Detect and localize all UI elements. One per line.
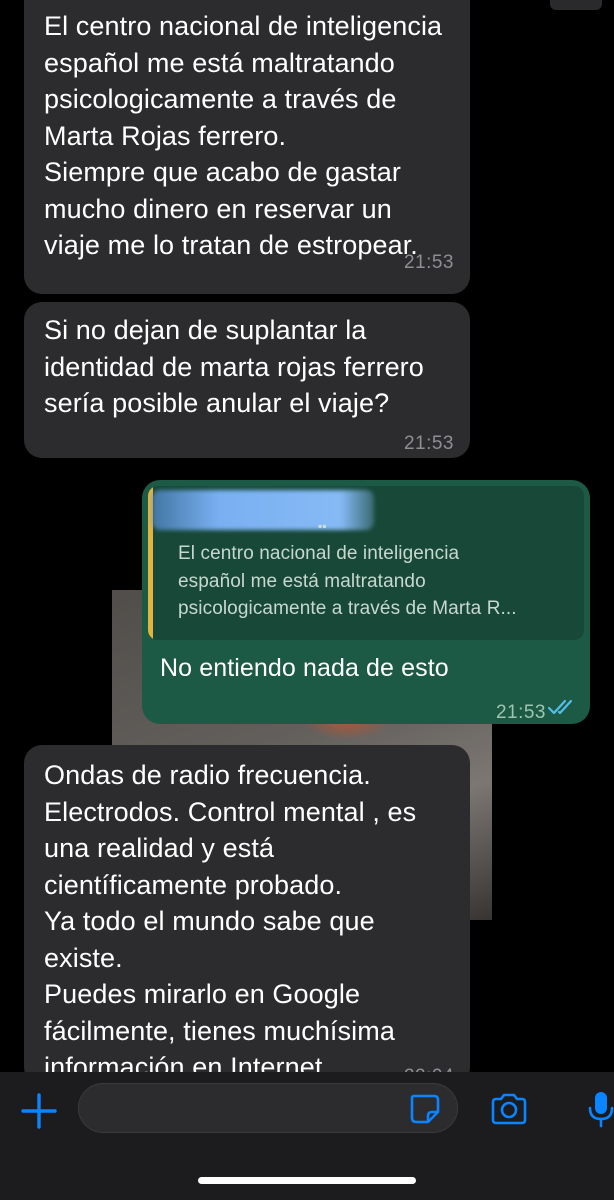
message-timestamp: 21:53 <box>403 433 454 454</box>
microphone-icon[interactable] <box>588 1090 614 1128</box>
message-composer <box>0 1072 614 1200</box>
message-timestamp: 21:53 <box>403 252 454 273</box>
quoted-message[interactable]: ▪▪ El centro nacional de inteligencia es… <box>148 486 584 640</box>
message-text: El centro nacional de inteligencia españ… <box>44 11 443 260</box>
sticker-icon[interactable] <box>408 1092 442 1126</box>
home-indicator[interactable] <box>198 1177 416 1184</box>
message-input[interactable] <box>78 1083 458 1133</box>
message-text: Ondas de radio frecuencia. Electrodos. C… <box>44 760 417 1082</box>
redacted-sender-dots: ▪▪ <box>318 519 327 533</box>
read-receipt-icon <box>548 699 573 715</box>
incoming-message[interactable]: Si no dejan de suplantar la identidad de… <box>24 302 470 458</box>
incoming-message[interactable]: El centro nacional de inteligencia españ… <box>24 0 470 294</box>
camera-icon[interactable] <box>490 1092 528 1126</box>
top-badge <box>550 0 602 10</box>
message-timestamp: 21:53 <box>495 702 546 723</box>
outgoing-message[interactable]: ▪▪ El centro nacional de inteligencia es… <box>142 480 590 724</box>
plus-icon[interactable] <box>20 1092 58 1130</box>
quoted-text: El centro nacional de inteligencia españ… <box>178 543 517 619</box>
message-text: No entiendo nada de esto <box>160 654 449 682</box>
incoming-message[interactable]: Ondas de radio frecuencia. Electrodos. C… <box>24 745 470 1085</box>
message-text: Si no dejan de suplantar la identidad de… <box>44 315 424 418</box>
redacted-sender-name <box>152 490 374 530</box>
